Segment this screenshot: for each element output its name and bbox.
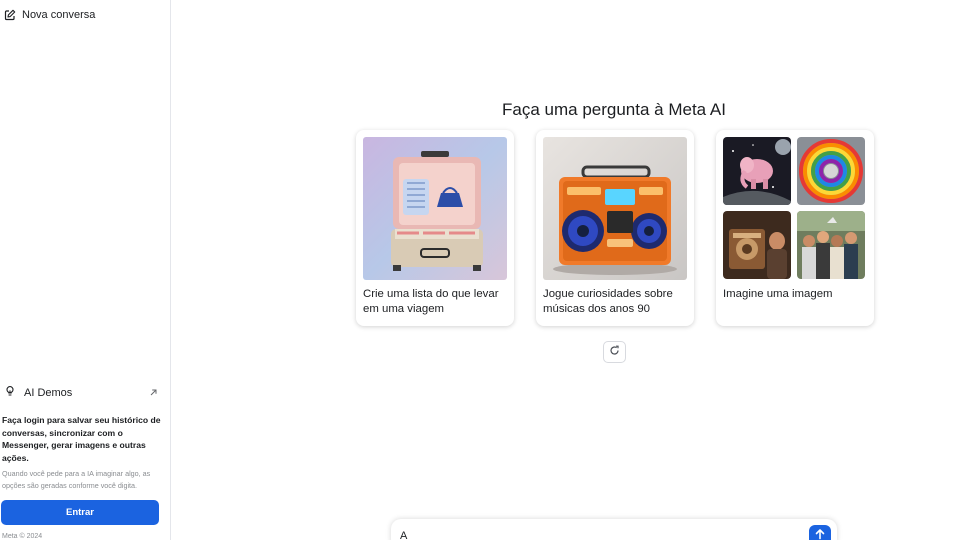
- refresh-icon: [609, 343, 620, 361]
- ai-demos-link[interactable]: AI Demos: [4, 384, 158, 402]
- ai-demos-label: AI Demos: [24, 387, 73, 399]
- sidebar: Nova conversa AI Demos Faça login para s…: [0, 0, 171, 540]
- card-caption: Imagine uma imagem: [723, 288, 833, 300]
- message-input[interactable]: [400, 528, 800, 540]
- card-caption: Crie uma lista do que levar em uma viage…: [363, 288, 499, 315]
- external-link-icon: [149, 384, 158, 402]
- new-chat-label: Nova conversa: [22, 9, 96, 21]
- page-title: Faça uma pergunta à Meta AI: [502, 100, 726, 119]
- card-caption: Jogue curiosidades sobre músicas dos ano…: [543, 288, 673, 315]
- send-button[interactable]: [809, 525, 831, 540]
- copyright-text: Meta © 2024: [2, 533, 43, 540]
- boombox-image: [543, 137, 687, 280]
- lightbulb-icon: [4, 384, 16, 402]
- group-photo-image: [797, 211, 865, 279]
- message-composer: [391, 519, 837, 540]
- login-button[interactable]: Entrar: [1, 500, 159, 525]
- rainbow-image: [797, 137, 865, 205]
- login-note-text: Quando você pede para a IA imaginar algo…: [2, 469, 151, 490]
- login-prompt-text: Faça login para salvar seu histórico de …: [2, 415, 161, 463]
- suggestion-card-trip[interactable]: Crie uma lista do que levar em uma viage…: [356, 130, 514, 326]
- suitcase-image: [363, 137, 507, 280]
- edit-icon: [4, 9, 16, 21]
- vintage-radio-image: [723, 211, 791, 279]
- new-chat-button[interactable]: Nova conversa: [4, 6, 95, 24]
- suggestion-card-imagine[interactable]: Imagine uma imagem: [716, 130, 874, 326]
- arrow-up-icon: [814, 527, 826, 540]
- suggestion-card-music-trivia[interactable]: Jogue curiosidades sobre músicas dos ano…: [536, 130, 694, 326]
- collage-image: [723, 137, 867, 280]
- elephant-space-image: [723, 137, 791, 205]
- refresh-suggestions-button[interactable]: [603, 341, 626, 363]
